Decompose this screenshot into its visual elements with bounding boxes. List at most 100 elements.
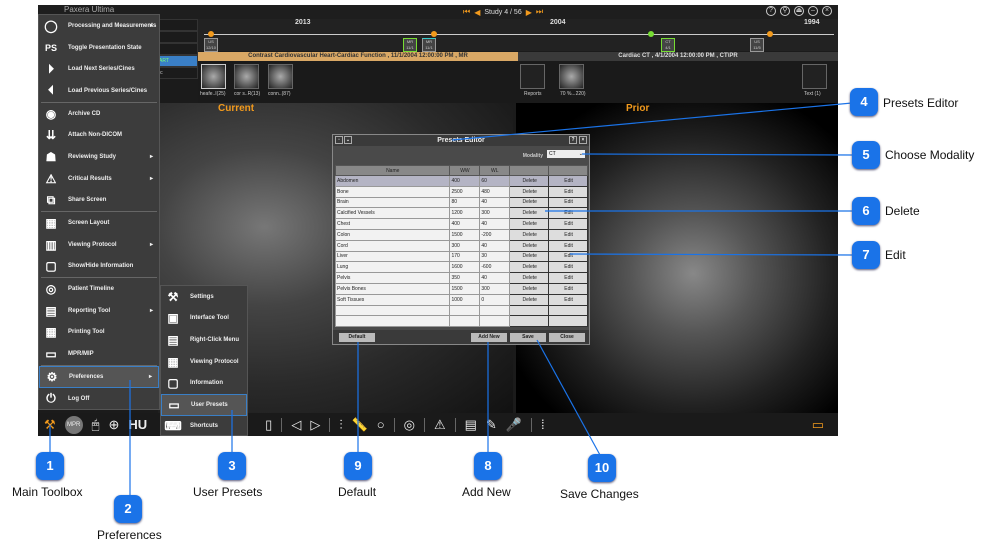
edit-button[interactable]: Edit <box>548 261 588 274</box>
series-thumbnail[interactable] <box>234 64 259 89</box>
modality-select[interactable]: CT ⌄ <box>547 150 585 158</box>
previous-icon[interactable]: ◁ <box>291 417 301 433</box>
submenu-item-interface-tool[interactable]: ▣ Interface Tool <box>161 308 247 330</box>
preset-row[interactable]: Liver 170 30 Delete Edit <box>334 250 588 263</box>
preset-row[interactable]: Pelvis Bones 1500 300 Delete Edit <box>334 282 588 295</box>
first-study-icon[interactable]: ⏮ <box>463 7 470 17</box>
menu-item-reviewing-study[interactable]: ☗ Reviewing Study ▸ <box>39 146 159 168</box>
menu-item-archive-cd[interactable]: ◉ Archive CD <box>39 103 159 125</box>
menu-item-toggle-presentation-state[interactable]: PS Toggle Presentation State <box>39 37 159 59</box>
close-icon[interactable]: × <box>822 6 832 16</box>
edit-button[interactable]: Edit <box>548 207 588 220</box>
timeline-chip[interactable]: MR 11/1 <box>422 38 436 52</box>
menu-item-viewing-protocol[interactable]: ▥ Viewing Protocol ▸ <box>39 234 159 256</box>
preset-row[interactable]: Brain 80 40 Delete Edit <box>334 196 588 209</box>
delete-button[interactable]: Delete <box>509 250 550 263</box>
submenu-item-settings[interactable]: ⚒ Settings <box>161 286 247 308</box>
next-icon[interactable]: ▷ <box>310 417 320 433</box>
menu-item-load-previous-series-cines[interactable]: ⏴ Load Previous Series/Cines <box>39 80 159 102</box>
delete-button[interactable]: Delete <box>509 282 550 295</box>
zoom-icon[interactable]: ⊕ <box>108 417 119 433</box>
report-icon[interactable]: ▤ <box>465 417 477 433</box>
series-thumbnail[interactable] <box>559 64 584 89</box>
edit-button[interactable]: Edit <box>548 272 588 284</box>
delete-button[interactable]: Delete <box>509 228 550 241</box>
preset-row[interactable]: Colon 1500 -200 Delete Edit <box>334 228 588 241</box>
edit-button[interactable]: Edit <box>548 196 588 209</box>
mouse-icon[interactable]: 🖱 <box>92 417 100 433</box>
default-button[interactable]: Default <box>339 333 375 342</box>
spine-icon[interactable]: ⁞ <box>541 417 545 432</box>
menu-item-attach-non-dicom[interactable]: ⇊ Attach Non-DICOM <box>39 124 159 146</box>
delete-button[interactable]: Delete <box>509 185 550 198</box>
submenu-item-viewing-protocol[interactable]: ▦ Viewing Protocol <box>161 351 247 373</box>
restore-icon[interactable]: ▫ <box>335 136 343 144</box>
menu-item-screen-layout[interactable]: ▦ Screen Layout <box>39 212 159 234</box>
study-list-item[interactable] <box>158 43 198 55</box>
delete-button[interactable]: Delete <box>509 293 550 306</box>
series-thumbnail[interactable] <box>201 64 226 89</box>
delete-button[interactable]: Delete <box>509 239 550 252</box>
series-thumbnail[interactable] <box>268 64 293 89</box>
minimize-icon[interactable]: – <box>808 6 818 16</box>
menu-item-share-screen[interactable]: ⧉ Share Screen <box>39 190 159 212</box>
hu-button[interactable]: HU <box>128 417 147 432</box>
preset-row[interactable]: Lung 1600 -600 Delete Edit <box>334 261 588 274</box>
close-icon[interactable]: × <box>579 136 587 144</box>
menu-item-reporting-tool[interactable]: ▤ Reporting Tool ▸ <box>39 300 159 322</box>
submenu-item-information[interactable]: ▢ Information <box>161 372 247 394</box>
submenu-item-shortcuts[interactable]: ⌨ Shortcuts <box>161 416 247 436</box>
delete-button[interactable]: Delete <box>509 272 550 284</box>
menu-item-preferences[interactable]: ⚙ Preferences ▸ <box>39 366 159 388</box>
help-icon[interactable]: ? <box>766 6 776 16</box>
menu-item-show-hide-information[interactable]: ▢ Show/Hide Information <box>39 256 159 278</box>
study-list-item[interactable]: ART <box>158 55 198 67</box>
text-thumbnail[interactable] <box>802 64 827 89</box>
last-study-icon[interactable]: ⏭ <box>536 7 543 17</box>
close-button[interactable]: Close <box>549 333 585 342</box>
timeline-chip[interactable]: US 12/10 <box>204 38 218 52</box>
preset-row[interactable]: Cord 300 40 Delete Edit <box>334 239 588 252</box>
delete-button[interactable]: Delete <box>509 261 550 274</box>
menu-item-load-next-series-cines[interactable]: ⏵ Load Next Series/Cines <box>39 58 159 80</box>
link-icon[interactable]: ▯ <box>265 417 272 433</box>
menu-item-processing-and-measurements[interactable]: ◯ Processing and Measurements ▸ <box>39 15 159 37</box>
study-list-item[interactable]: ic <box>158 67 198 79</box>
search-icon[interactable]: ⚲ <box>780 6 790 16</box>
eject-icon[interactable]: ⏏ <box>794 6 804 16</box>
edit-button[interactable]: Edit <box>548 250 588 263</box>
preset-row[interactable]: Calcified Vessels 1200 300 Delete Edit <box>334 207 588 220</box>
edit-button[interactable]: Edit <box>548 228 588 241</box>
delete-button[interactable]: Delete <box>509 175 550 187</box>
menu-item-log-off[interactable]: ⏻ Log Off <box>39 388 159 409</box>
preset-row[interactable]: Pelvis 350 40 Delete Edit <box>334 272 588 284</box>
menu-item-printing-tool[interactable]: ▦ Printing Tool <box>39 322 159 344</box>
delete-button[interactable]: Delete <box>509 196 550 209</box>
delete-button[interactable]: Delete <box>509 207 550 220</box>
edit-button[interactable]: Edit <box>548 185 588 198</box>
submenu-item-right-click-menu[interactable]: ▤ Right-Click Menu <box>161 329 247 351</box>
delete-button[interactable]: Delete <box>509 218 550 230</box>
menu-item-mpr-mip[interactable]: ▭ MPR/MIP <box>39 343 159 365</box>
timeline-chip[interactable]: CT 4/1 <box>661 38 675 52</box>
submenu-item-user-presets[interactable]: ▭ User Presets <box>161 393 247 416</box>
annotation-icon[interactable]: ⫶ <box>339 417 342 433</box>
save-button[interactable]: Save <box>510 333 546 342</box>
menu-item-critical-results[interactable]: ⚠ Critical Results ▸ <box>39 168 159 190</box>
add-new-button[interactable]: Add New <box>471 333 507 342</box>
chat-icon[interactable]: ▭ <box>812 417 824 433</box>
edit-button[interactable]: Edit <box>548 293 588 306</box>
edit-button[interactable]: Edit <box>548 282 588 295</box>
edit-button[interactable]: Edit <box>548 175 588 187</box>
next-study-icon[interactable]: ▶ <box>526 8 532 17</box>
dropdown-icon[interactable]: ⌄ <box>344 136 352 144</box>
timeline-chip[interactable]: US 11/5 <box>750 38 764 52</box>
toolbox-icon[interactable]: ⚒ <box>44 417 56 433</box>
microphone-icon[interactable]: 🎤 <box>506 417 522 433</box>
preset-row[interactable]: Soft Tissues 1000 0 Delete Edit <box>334 293 588 306</box>
reports-thumbnail[interactable] <box>520 64 545 89</box>
study-list-item[interactable] <box>158 19 198 31</box>
dialog-title-bar[interactable]: ▫ ⌄ Presets Editor ? × <box>333 135 589 146</box>
preset-row[interactable]: Chest 400 40 Delete Edit <box>334 218 588 230</box>
ruler-icon[interactable]: 📏 <box>352 417 368 433</box>
